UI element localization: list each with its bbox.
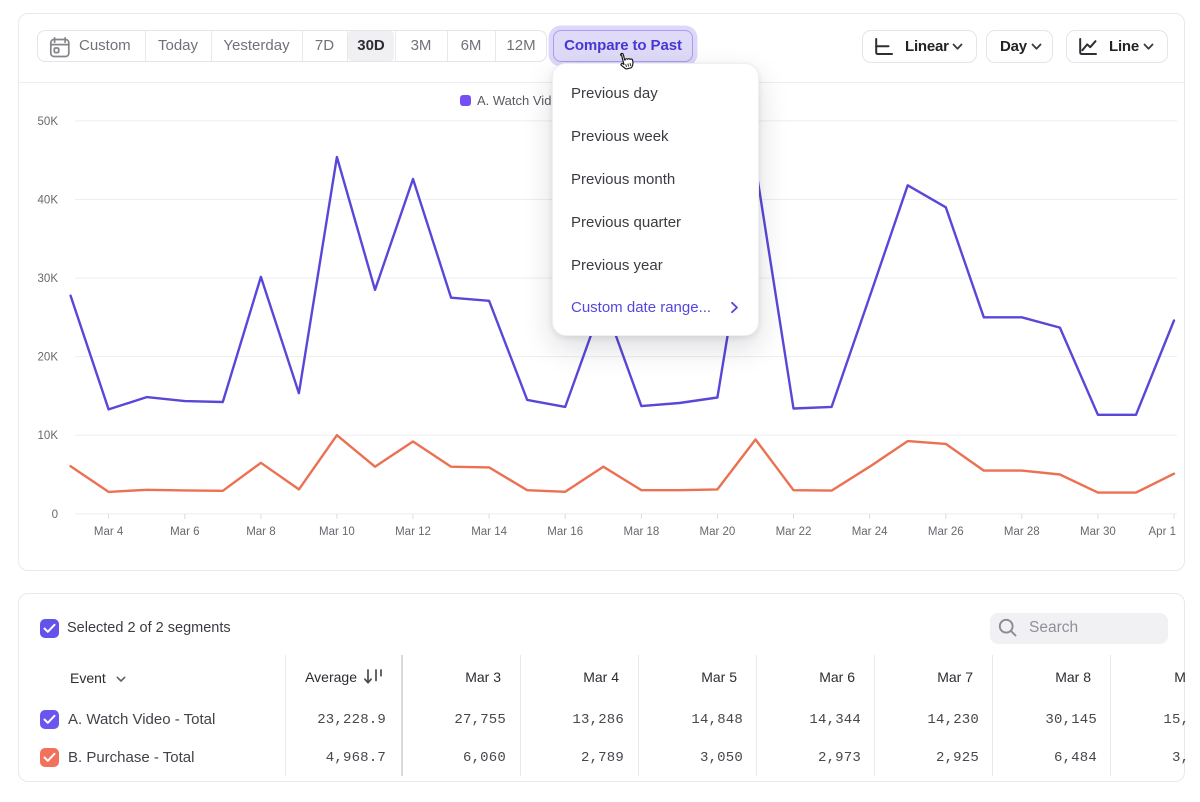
svg-text:Mar 10: Mar 10 [319, 526, 355, 538]
svg-text:Mar 16: Mar 16 [547, 526, 583, 538]
svg-text:10K: 10K [38, 430, 59, 442]
svg-text:Mar 28: Mar 28 [1004, 526, 1040, 538]
svg-text:20K: 20K [38, 352, 59, 364]
svg-text:Apr 1: Apr 1 [1149, 526, 1177, 538]
svg-text:Mar 22: Mar 22 [776, 526, 812, 538]
svg-text:Mar 18: Mar 18 [624, 526, 660, 538]
svg-text:40K: 40K [38, 195, 59, 207]
svg-text:Mar 26: Mar 26 [928, 526, 964, 538]
svg-text:50K: 50K [38, 116, 59, 128]
svg-text:30K: 30K [38, 273, 59, 285]
svg-text:0: 0 [52, 509, 58, 521]
svg-text:Mar 4: Mar 4 [94, 526, 124, 538]
svg-text:Mar 8: Mar 8 [246, 526, 275, 538]
svg-text:Mar 14: Mar 14 [471, 526, 507, 538]
svg-text:Mar 20: Mar 20 [700, 526, 736, 538]
svg-text:Mar 24: Mar 24 [852, 526, 888, 538]
svg-text:Mar 30: Mar 30 [1080, 526, 1116, 538]
svg-text:Mar 6: Mar 6 [170, 526, 199, 538]
svg-text:Mar 12: Mar 12 [395, 526, 431, 538]
